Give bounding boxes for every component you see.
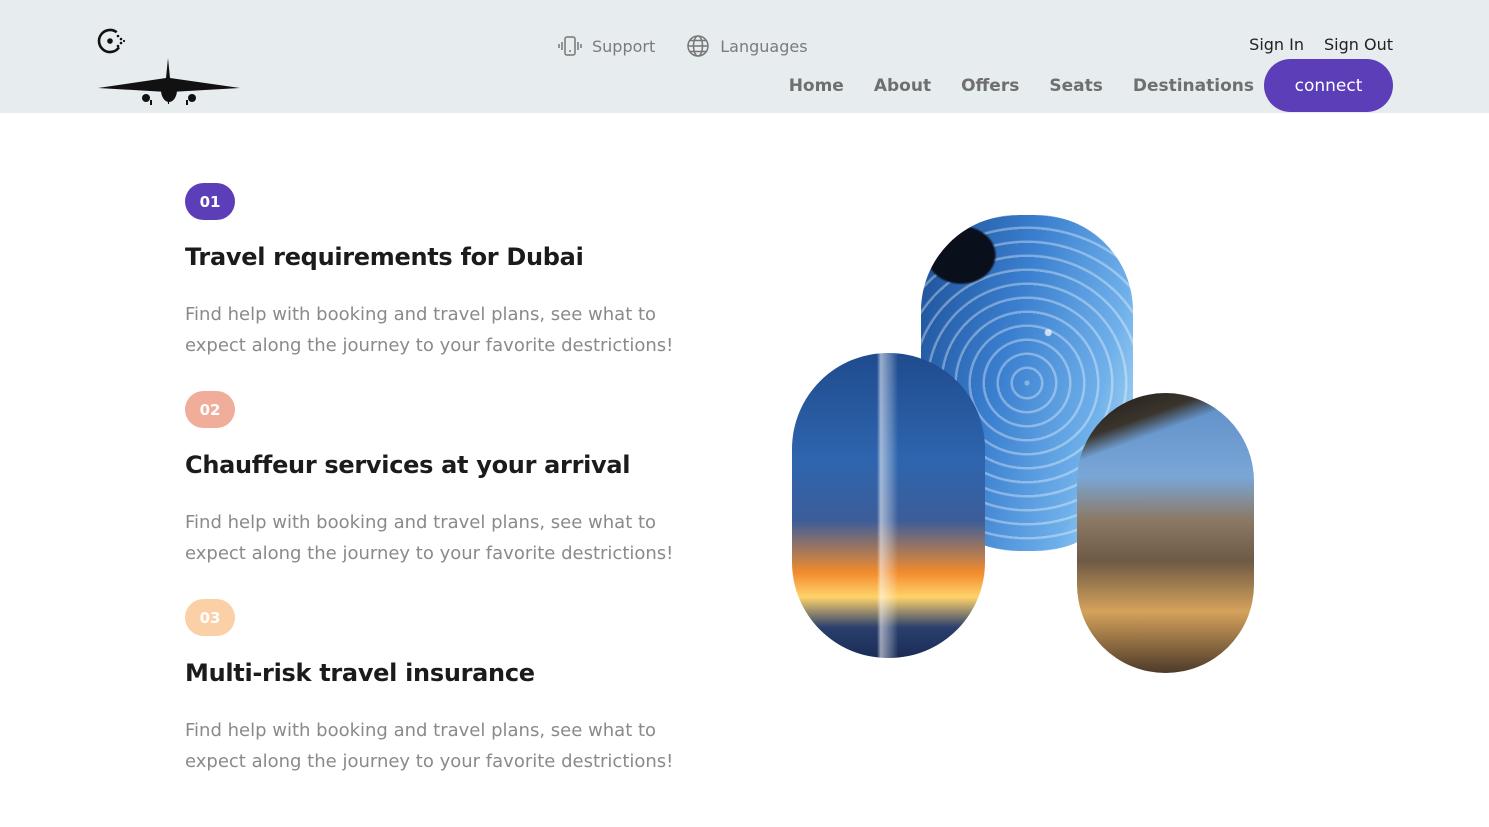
sign-in-link[interactable]: Sign In bbox=[1249, 35, 1304, 54]
site-header: Support Languages Sign In Sign Out Home … bbox=[0, 0, 1489, 113]
nav-home[interactable]: Home bbox=[789, 76, 844, 96]
phone-vibrate-icon bbox=[558, 36, 582, 56]
nav-seats[interactable]: Seats bbox=[1049, 76, 1103, 96]
nav-offers[interactable]: Offers bbox=[961, 76, 1019, 96]
feature-number-badge: 02 bbox=[185, 391, 235, 428]
connect-button[interactable]: connect bbox=[1264, 59, 1393, 112]
feature-description: Find help with booking and travel plans,… bbox=[185, 512, 674, 564]
nav-destinations[interactable]: Destinations bbox=[1133, 76, 1254, 96]
feature-title: Chauffeur services at your arrival bbox=[185, 451, 631, 479]
image-collage bbox=[780, 210, 1270, 680]
feature-title: Travel requirements for Dubai bbox=[185, 243, 584, 271]
nav-about[interactable]: About bbox=[874, 76, 931, 96]
feature-number-badge: 01 bbox=[185, 183, 235, 220]
airplane-logo-icon[interactable] bbox=[96, 26, 242, 110]
support-link[interactable]: Support bbox=[557, 33, 655, 59]
feature-item: 01 Travel requirements for Dubai Find he… bbox=[185, 183, 725, 356]
auth-links: Sign In Sign Out bbox=[1249, 35, 1393, 54]
languages-label: Languages bbox=[720, 36, 808, 56]
globe-icon bbox=[687, 35, 709, 57]
sign-out-link[interactable]: Sign Out bbox=[1324, 35, 1393, 54]
desert-wing-image bbox=[1077, 393, 1254, 673]
main-nav: Home About Offers Seats Destinations con… bbox=[789, 59, 1393, 112]
feature-title: Multi-risk travel insurance bbox=[185, 659, 535, 687]
top-links: Support Languages bbox=[557, 33, 808, 59]
feature-description: Find help with booking and travel plans,… bbox=[185, 720, 674, 772]
feature-description: Find help with booking and travel plans,… bbox=[185, 304, 674, 356]
sunset-wing-image bbox=[792, 353, 985, 658]
languages-link[interactable]: Languages bbox=[685, 33, 808, 59]
feature-number-badge: 03 bbox=[185, 599, 235, 636]
feature-item: 03 Multi-risk travel insurance Find help… bbox=[185, 599, 725, 772]
support-label: Support bbox=[592, 36, 656, 56]
feature-item: 02 Chauffeur services at your arrival Fi… bbox=[185, 391, 725, 564]
